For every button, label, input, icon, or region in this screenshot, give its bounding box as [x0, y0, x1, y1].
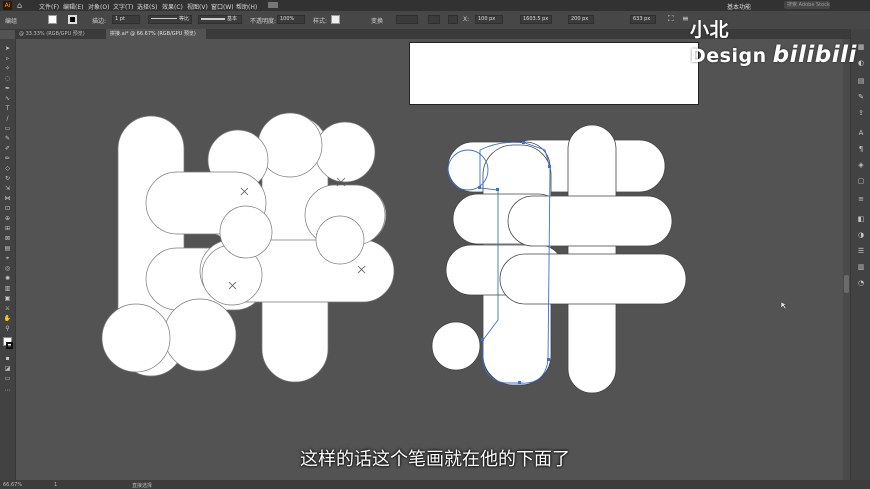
- zoom-level[interactable]: 66.67%: [3, 482, 22, 488]
- blob-top-right: [314, 121, 376, 183]
- blob-mid-c: [219, 205, 273, 259]
- video-subtitle: 这样的话这个笔画就在他的下面了: [300, 449, 570, 470]
- mouse-cursor-icon: [780, 301, 788, 310]
- stroke-r-bottom-hook: [431, 321, 481, 371]
- status-bar: 66.67% 1 直接选择: [0, 480, 870, 489]
- blob-lower-b: [163, 298, 237, 372]
- blob-bottom-left: [101, 303, 171, 373]
- blob-top-center: [257, 112, 323, 178]
- right-glyph[interactable]: [431, 124, 687, 394]
- artboard-number[interactable]: 1: [54, 482, 57, 488]
- channel-watermark: 小北Design bilibili: [690, 15, 870, 68]
- brand-logo: bilibili: [772, 42, 857, 68]
- stroke-r-horizontal-4: [499, 253, 687, 305]
- current-tool-status: 直接选择: [132, 483, 153, 489]
- artboard[interactable]: [409, 42, 699, 105]
- left-glyph[interactable]: [101, 112, 395, 383]
- stroke-r-horizontal-3: [507, 195, 673, 247]
- blob-mid-d: [315, 215, 365, 265]
- watermark-text: 小北Design: [690, 19, 767, 67]
